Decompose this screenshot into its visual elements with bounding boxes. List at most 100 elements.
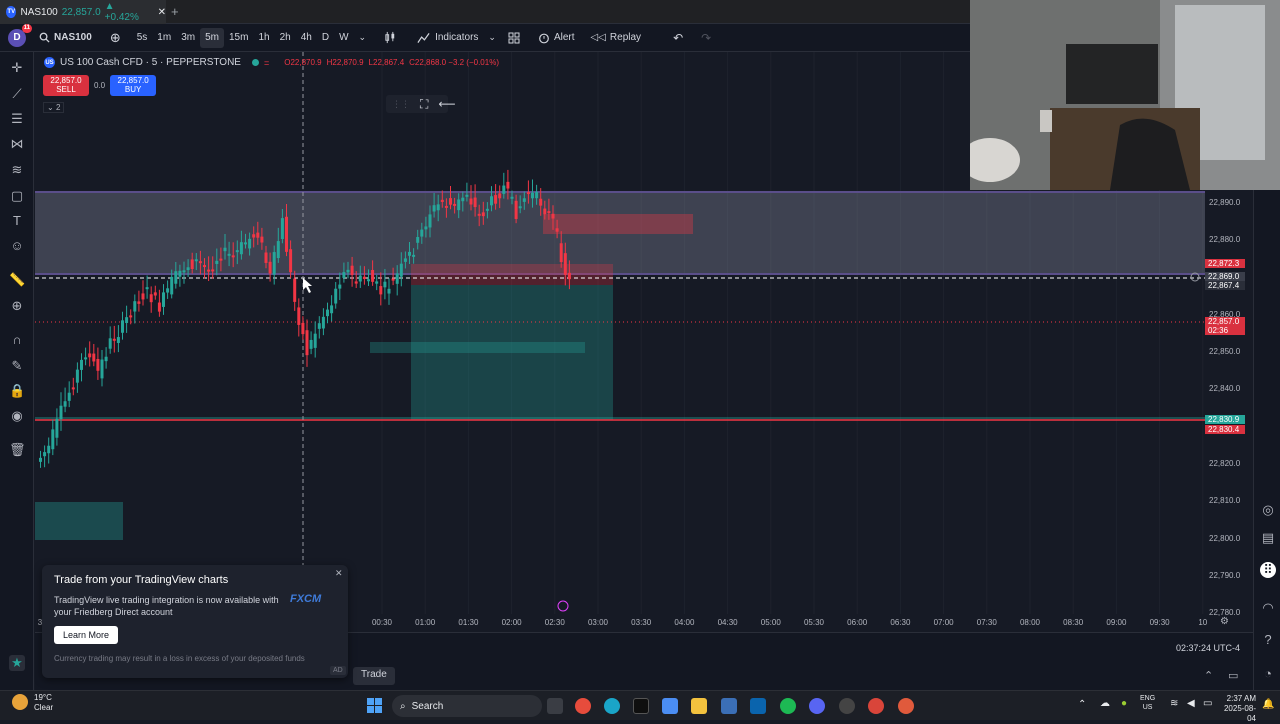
candle-body bbox=[280, 218, 284, 240]
new-tab-button[interactable]: + bbox=[171, 4, 179, 19]
notification-bell-icon[interactable]: 🔔 bbox=[1262, 699, 1274, 710]
fib-icon[interactable]: ☰ bbox=[9, 111, 25, 127]
chrome-profile-icon[interactable] bbox=[868, 698, 884, 714]
symbol-description[interactable]: US 100 Cash CFD · 5 · PEPPERSTONE bbox=[60, 57, 241, 68]
rectangle-tool-icon[interactable]: ⛶ bbox=[420, 97, 428, 112]
windows-start-icon[interactable] bbox=[367, 698, 383, 714]
axis-settings-icon[interactable]: ⚙ bbox=[1220, 616, 1229, 627]
toast-disclaimer: Currency trading may result in a loss in… bbox=[54, 654, 305, 663]
settings-gear-icon[interactable] bbox=[839, 698, 855, 714]
interval-dropdown-icon[interactable]: ⌄ bbox=[354, 28, 372, 48]
help-icon[interactable]: ? bbox=[1260, 632, 1276, 648]
target-icon[interactable]: ◎ bbox=[1260, 502, 1276, 518]
tray-expand-icon[interactable]: ⌃ bbox=[1078, 699, 1086, 710]
avatar[interactable]: D 11 bbox=[8, 23, 32, 47]
wifi-icon[interactable]: ≋ bbox=[1170, 698, 1178, 709]
drag-handle-icon[interactable]: ⋮⋮ bbox=[392, 99, 410, 110]
spotify-icon[interactable] bbox=[780, 698, 796, 714]
interval-D[interactable]: D bbox=[317, 28, 334, 48]
notifications-icon[interactable]: ◔ bbox=[1260, 666, 1276, 682]
compare-add-icon[interactable]: ⊕ bbox=[105, 28, 126, 48]
task-view-icon[interactable] bbox=[547, 698, 563, 714]
sell-button[interactable]: 22,857.0 SELL bbox=[43, 75, 89, 96]
symbol-search-button[interactable]: NAS100 bbox=[34, 28, 97, 48]
replay-button[interactable]: ◁◁ Replay bbox=[586, 28, 647, 48]
undo-icon[interactable]: ↶ bbox=[668, 28, 688, 48]
browser-tab[interactable]: TV NAS100 22,857.0 ▲ +0.42% ✕ bbox=[0, 0, 166, 24]
trendline-icon[interactable]: ⟋ bbox=[9, 86, 25, 102]
indicators-collapse-button[interactable]: ⌄ 2 bbox=[43, 102, 65, 113]
volume-icon[interactable]: ◀ bbox=[1187, 698, 1195, 709]
candle-body bbox=[440, 199, 444, 202]
weather-icon[interactable] bbox=[12, 694, 28, 710]
stay-drawing-icon[interactable]: ✎ bbox=[9, 358, 25, 374]
redo-icon[interactable]: ↷ bbox=[696, 28, 716, 48]
lock-icon[interactable]: 🔒 bbox=[9, 383, 25, 399]
calendar-icon[interactable]: ▤ bbox=[1260, 530, 1276, 546]
copilot-icon[interactable] bbox=[662, 698, 678, 714]
edge-icon[interactable] bbox=[604, 698, 620, 714]
magnet-icon[interactable]: ∩ bbox=[9, 332, 25, 348]
interval-5m[interactable]: 5m bbox=[200, 27, 224, 48]
emoji-icon[interactable]: ☺ bbox=[9, 238, 25, 254]
taskbar-search[interactable]: ⌕ Search bbox=[392, 695, 542, 717]
line-tool-icon[interactable]: ⟵ bbox=[438, 97, 455, 111]
buy-button[interactable]: 22,857.0 BUY bbox=[110, 75, 157, 96]
file-explorer-icon[interactable] bbox=[691, 698, 707, 714]
pattern-icon[interactable]: ⋈ bbox=[9, 136, 25, 152]
interval-15m[interactable]: 15m bbox=[224, 28, 253, 48]
candle-body bbox=[338, 284, 342, 289]
collapse-panel-icon[interactable]: ⌃ bbox=[1204, 669, 1213, 682]
layouts-icon[interactable] bbox=[503, 28, 525, 48]
candle-body bbox=[39, 457, 42, 462]
symbol-label: NAS100 bbox=[54, 32, 92, 43]
chart-type-icon[interactable] bbox=[379, 28, 402, 48]
store-icon[interactable] bbox=[721, 698, 737, 714]
interval-1m[interactable]: 1m bbox=[152, 28, 176, 48]
indicators-dropdown-icon[interactable]: ⌄ bbox=[483, 28, 501, 48]
chrome-icon[interactable] bbox=[575, 698, 591, 714]
maximize-panel-icon[interactable]: ▭ bbox=[1228, 669, 1238, 682]
indicators-icon bbox=[417, 32, 430, 43]
interval-5s[interactable]: 5s bbox=[132, 28, 153, 48]
ruler-icon[interactable]: 📏 bbox=[9, 272, 25, 288]
weather-widget[interactable]: 19°C Clear bbox=[34, 693, 53, 713]
replay-label: Replay bbox=[609, 32, 642, 43]
learn-more-button[interactable]: Learn More bbox=[54, 626, 119, 644]
trade-tab[interactable]: Trade bbox=[353, 667, 395, 685]
battery-icon[interactable]: ▭ bbox=[1203, 698, 1212, 709]
tray-mic-icon[interactable]: ● bbox=[1121, 698, 1127, 709]
alert-button[interactable]: Alert bbox=[533, 28, 580, 48]
chevron-down-icon: ⌄ bbox=[47, 103, 56, 112]
candle-body bbox=[490, 196, 493, 206]
utc-clock[interactable]: 02:37:24 UTC-4 bbox=[1176, 643, 1240, 653]
broadcast-icon[interactable]: ◠ bbox=[1260, 600, 1276, 616]
trash-icon[interactable]: 🗑 bbox=[9, 442, 26, 458]
crosshair-icon[interactable]: ✛ bbox=[9, 60, 25, 76]
time-label: 01:30 bbox=[458, 618, 479, 627]
toast-close-icon[interactable]: ✕ bbox=[335, 568, 343, 579]
interval-4h[interactable]: 4h bbox=[296, 28, 317, 48]
interval-2h[interactable]: 2h bbox=[275, 28, 296, 48]
interval-1h[interactable]: 1h bbox=[253, 28, 274, 48]
zoom-icon[interactable]: ⊕ bbox=[9, 298, 25, 314]
eye-icon[interactable]: ◉ bbox=[9, 408, 25, 424]
candle-body bbox=[334, 288, 338, 304]
chrome-profile2-icon[interactable] bbox=[898, 698, 914, 714]
discord-icon[interactable] bbox=[809, 698, 825, 714]
interval-3m[interactable]: 3m bbox=[176, 28, 200, 48]
projection-icon[interactable]: ≋ bbox=[9, 162, 25, 178]
apps-grid-icon[interactable]: ⠿ bbox=[1260, 562, 1276, 578]
indicators-button[interactable]: Indicators bbox=[412, 28, 483, 48]
shapes-icon[interactable]: ▢ bbox=[9, 188, 25, 204]
tray-app-icon[interactable]: ☁ bbox=[1100, 698, 1110, 709]
price-axis[interactable]: 22,890.0 22,880.0 22,860.0 22,850.0 22,840.0… bbox=[1205, 190, 1253, 630]
text-icon[interactable]: T bbox=[9, 213, 25, 229]
outlook-icon[interactable] bbox=[750, 698, 766, 714]
tradingview-app-icon[interactable] bbox=[633, 698, 649, 714]
interval-W[interactable]: W bbox=[334, 28, 353, 48]
tab-close-icon[interactable]: ✕ bbox=[158, 7, 166, 18]
webcam-overlay bbox=[970, 0, 1280, 190]
star-favorite-icon[interactable]: ★ bbox=[9, 655, 25, 671]
language-indicator[interactable]: ENG US bbox=[1140, 694, 1155, 712]
